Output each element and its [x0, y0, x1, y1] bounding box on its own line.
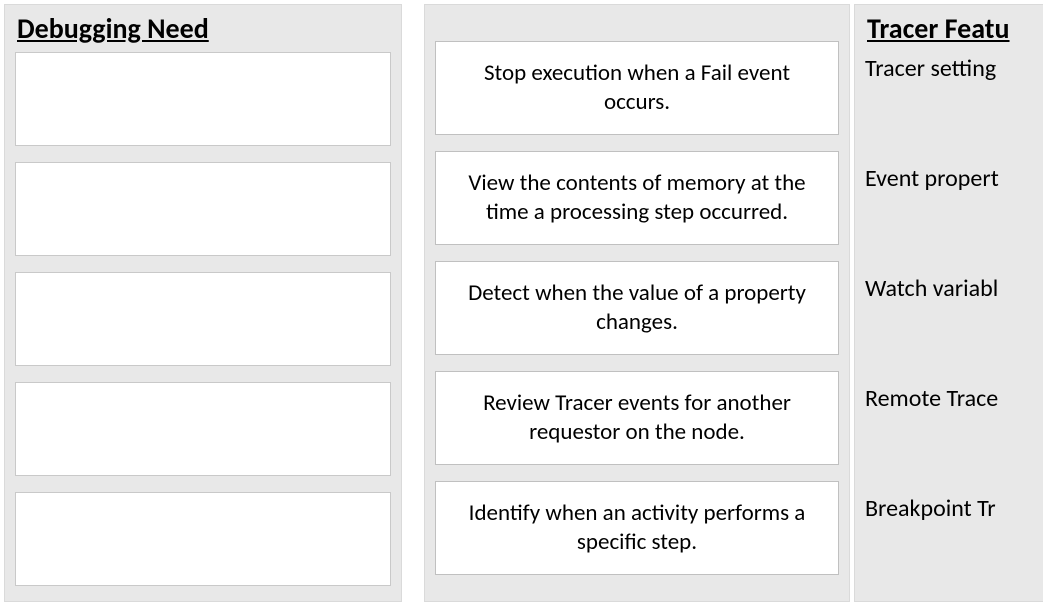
drop-slot-3[interactable]: [15, 272, 391, 366]
tracer-feature-heading: Tracer Featu: [865, 11, 1043, 46]
drag-card-4[interactable]: Review Tracer events for another request…: [435, 371, 839, 465]
feature-label-1: Tracer setting: [865, 52, 1043, 146]
drag-card-text: Review Tracer events for another request…: [450, 389, 824, 447]
drag-card-3[interactable]: Detect when the value of a property chan…: [435, 261, 839, 355]
drag-card-text: Detect when the value of a property chan…: [450, 279, 824, 337]
feature-label-4: Remote Trace: [865, 382, 1043, 476]
debugging-need-heading: Debugging Need: [15, 11, 391, 46]
drag-card-5[interactable]: Identify when an activity performs a spe…: [435, 481, 839, 575]
feature-label-3: Watch variabl: [865, 272, 1043, 366]
feature-list: Tracer setting Event propert Watch varia…: [865, 52, 1043, 586]
drop-slot-5[interactable]: [15, 492, 391, 586]
feature-label-2: Event propert: [865, 162, 1043, 256]
drag-card-2[interactable]: View the contents of memory at the time …: [435, 151, 839, 245]
draggable-cards-panel: Stop execution when a Fail event occurs.…: [424, 4, 850, 602]
debugging-need-panel: Debugging Need: [4, 4, 402, 602]
drop-slot-1[interactable]: [15, 52, 391, 146]
drag-card-text: View the contents of memory at the time …: [450, 169, 824, 227]
drop-slot-2[interactable]: [15, 162, 391, 256]
drag-card-text: Identify when an activity performs a spe…: [450, 499, 824, 557]
drop-slot-4[interactable]: [15, 382, 391, 476]
drag-card-1[interactable]: Stop execution when a Fail event occurs.: [435, 41, 839, 135]
drag-card-text: Stop execution when a Fail event occurs.: [450, 59, 824, 117]
tracer-feature-panel: Tracer Featu Tracer setting Event proper…: [854, 4, 1043, 602]
feature-label-5: Breakpoint Tr: [865, 492, 1043, 586]
